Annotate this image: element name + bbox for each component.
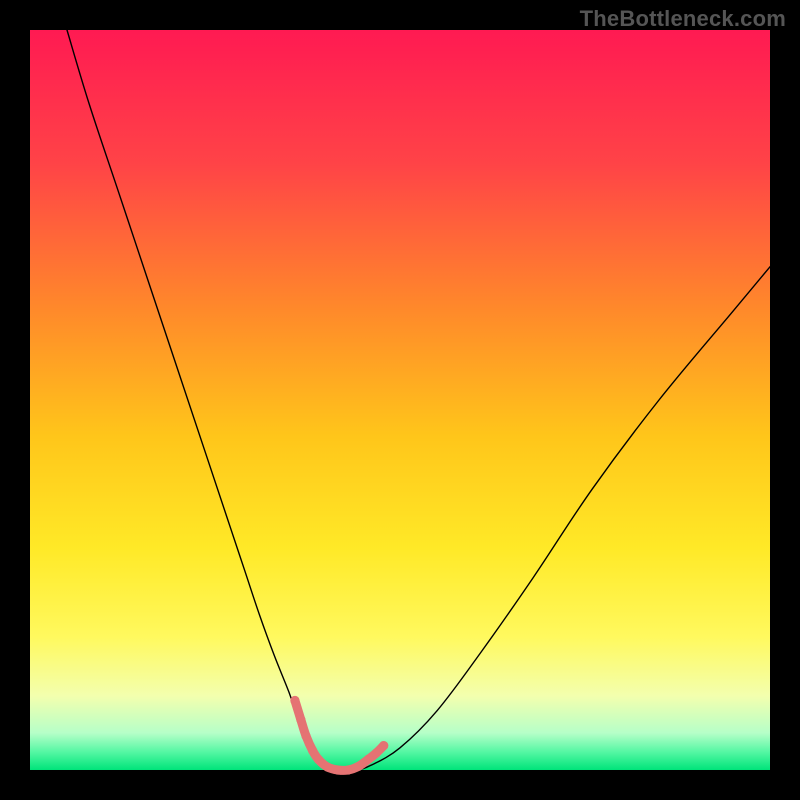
valley-highlight-dot [290, 696, 299, 705]
valley-highlight-dot [296, 715, 305, 724]
valley-highlight-dot [379, 741, 388, 750]
valley-highlight-dot [364, 754, 373, 763]
chart-container: TheBottleneck.com [0, 0, 800, 800]
valley-highlight-dot [308, 746, 317, 755]
valley-highlight-dot [301, 731, 310, 740]
chart-svg [0, 0, 800, 800]
valley-highlight-dot [333, 765, 342, 774]
valley-highlight-dot [323, 762, 332, 771]
watermark-text: TheBottleneck.com [580, 6, 786, 32]
valley-highlight-dot [314, 755, 323, 764]
valley-highlight-dot [372, 748, 381, 757]
valley-highlight-dot [344, 765, 353, 774]
valley-highlight-dot [354, 762, 363, 771]
